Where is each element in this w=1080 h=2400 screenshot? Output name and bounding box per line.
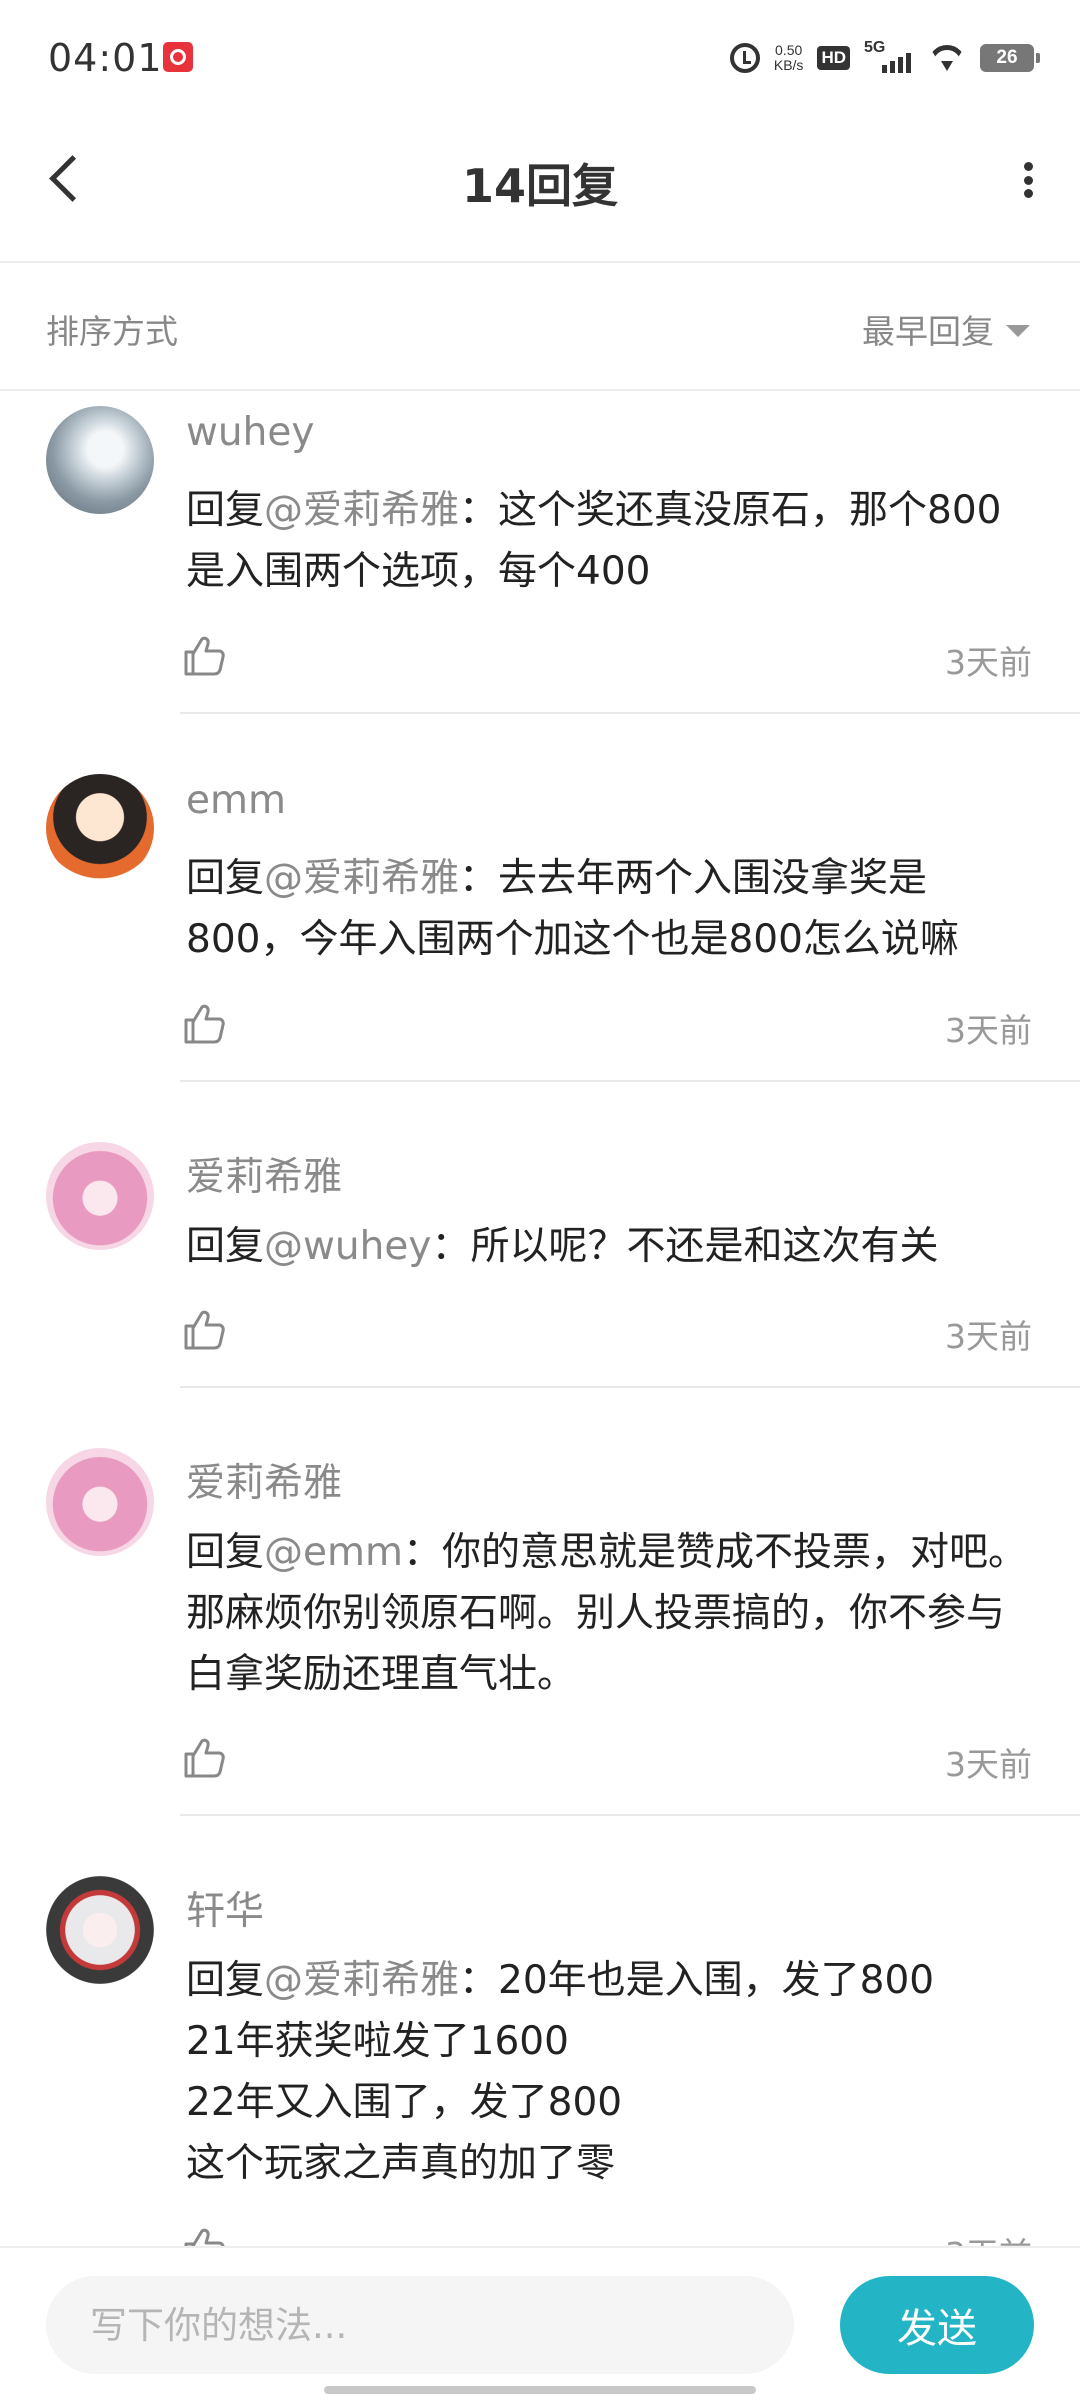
status-time: 04:01 xyxy=(48,36,163,80)
reply-time: 3天前 xyxy=(945,1011,1032,1050)
reply-username[interactable]: 爱莉希雅 xyxy=(186,1146,342,1202)
header: 14回复 xyxy=(0,118,1080,263)
thumbs-up-icon[interactable] xyxy=(180,1000,228,1048)
send-button[interactable]: 发送 xyxy=(840,2276,1034,2374)
alarm-icon xyxy=(729,43,760,73)
sort-selected-value: 最早回复 xyxy=(862,312,994,351)
page-title: 14回复 xyxy=(461,159,618,213)
thumbs-up-icon[interactable] xyxy=(180,632,228,680)
status-bar: 04:01 0.50 KB/s HD 5G 26 xyxy=(0,0,1080,118)
avatar[interactable] xyxy=(46,1876,154,1984)
reply-time: 3天前 xyxy=(945,1745,1032,1784)
hd-icon: HD xyxy=(817,46,850,70)
reply-prefix: 回复 xyxy=(186,1958,265,2003)
avatar[interactable] xyxy=(46,406,154,514)
reply-content: 回复@wuhey：所以呢？不还是和这次有关 xyxy=(186,1216,1036,1277)
thumbs-up-icon[interactable] xyxy=(180,1306,228,1354)
avatar[interactable] xyxy=(46,1448,154,1556)
home-indicator[interactable] xyxy=(324,2386,756,2394)
reply-time: 3天前 xyxy=(945,1317,1032,1356)
thumbs-up-icon[interactable] xyxy=(180,1734,228,1782)
reply-mention[interactable]: @爱莉希雅 xyxy=(264,488,459,533)
network-speed-value: 0.50 xyxy=(775,42,803,58)
network-type: 5G xyxy=(864,39,886,56)
divider xyxy=(180,712,1080,714)
wifi-icon xyxy=(928,43,966,73)
network-speed: 0.50 KB/s xyxy=(774,43,804,73)
reply-username[interactable]: emm xyxy=(186,778,286,823)
reply-time: 3天前 xyxy=(945,643,1032,682)
comment-input[interactable] xyxy=(46,2276,794,2374)
reply-list: wuhey 回复@爱莉希雅：这个奖还真没原石，那个800是入围两个选项，每个40… xyxy=(0,392,1080,2246)
reply-content: 回复@爱莉希雅：这个奖还真没原石，那个800是入围两个选项，每个400 xyxy=(186,480,1036,602)
reply-mention[interactable]: @emm xyxy=(264,1530,403,1575)
reply-mention[interactable]: @爱莉希雅 xyxy=(264,856,459,901)
reply-username[interactable]: 轩华 xyxy=(186,1880,264,1936)
thumbs-up-icon[interactable] xyxy=(180,2224,228,2246)
reply-prefix: 回复 xyxy=(186,488,265,533)
reply-username[interactable]: wuhey xyxy=(186,410,314,455)
reply-prefix: 回复 xyxy=(186,856,265,901)
reply-content: 回复@爱莉希雅：20年也是入围，发了800 21年获奖啦发了1600 22年又入… xyxy=(186,1950,1036,2194)
network-speed-unit: KB/s xyxy=(773,57,804,73)
battery-icon: 26 xyxy=(980,44,1040,72)
sort-label: 排序方式 xyxy=(46,312,178,351)
reply-username[interactable]: 爱莉希雅 xyxy=(186,1452,342,1508)
divider xyxy=(180,1386,1080,1388)
more-options-icon[interactable] xyxy=(1016,154,1040,206)
reply-content: 回复@emm：你的意思就是赞成不投票，对吧。那麻烦你别领原石啊。别人投票搞的，你… xyxy=(186,1522,1036,1705)
reply-content: 回复@爱莉希雅：去去年两个入围没拿奖是800，今年入围两个加这个也是800怎么说… xyxy=(186,848,1036,970)
reply-mention[interactable]: @wuhey xyxy=(264,1224,431,1269)
avatar[interactable] xyxy=(46,1142,154,1250)
reply-prefix: 回复 xyxy=(186,1224,265,1269)
divider xyxy=(180,1080,1080,1082)
status-icons: 0.50 KB/s HD 5G 26 xyxy=(729,38,1040,78)
avatar[interactable] xyxy=(46,774,154,882)
reply-text: ：所以呢？不还是和这次有关 xyxy=(431,1224,939,1269)
reply-mention[interactable]: @爱莉希雅 xyxy=(264,1958,459,2003)
reply-time: 3天前 xyxy=(945,2228,1032,2246)
sort-bar: 排序方式 最早回复 xyxy=(0,263,1080,391)
divider xyxy=(180,1814,1080,1816)
signal-icon: 5G xyxy=(864,39,914,75)
comment-composer: 发送 xyxy=(0,2246,1080,2400)
sort-dropdown[interactable]: 最早回复 xyxy=(862,305,1030,353)
music-app-notification-icon xyxy=(163,42,193,72)
caret-down-icon xyxy=(1006,325,1030,337)
reply-prefix: 回复 xyxy=(186,1530,265,1575)
